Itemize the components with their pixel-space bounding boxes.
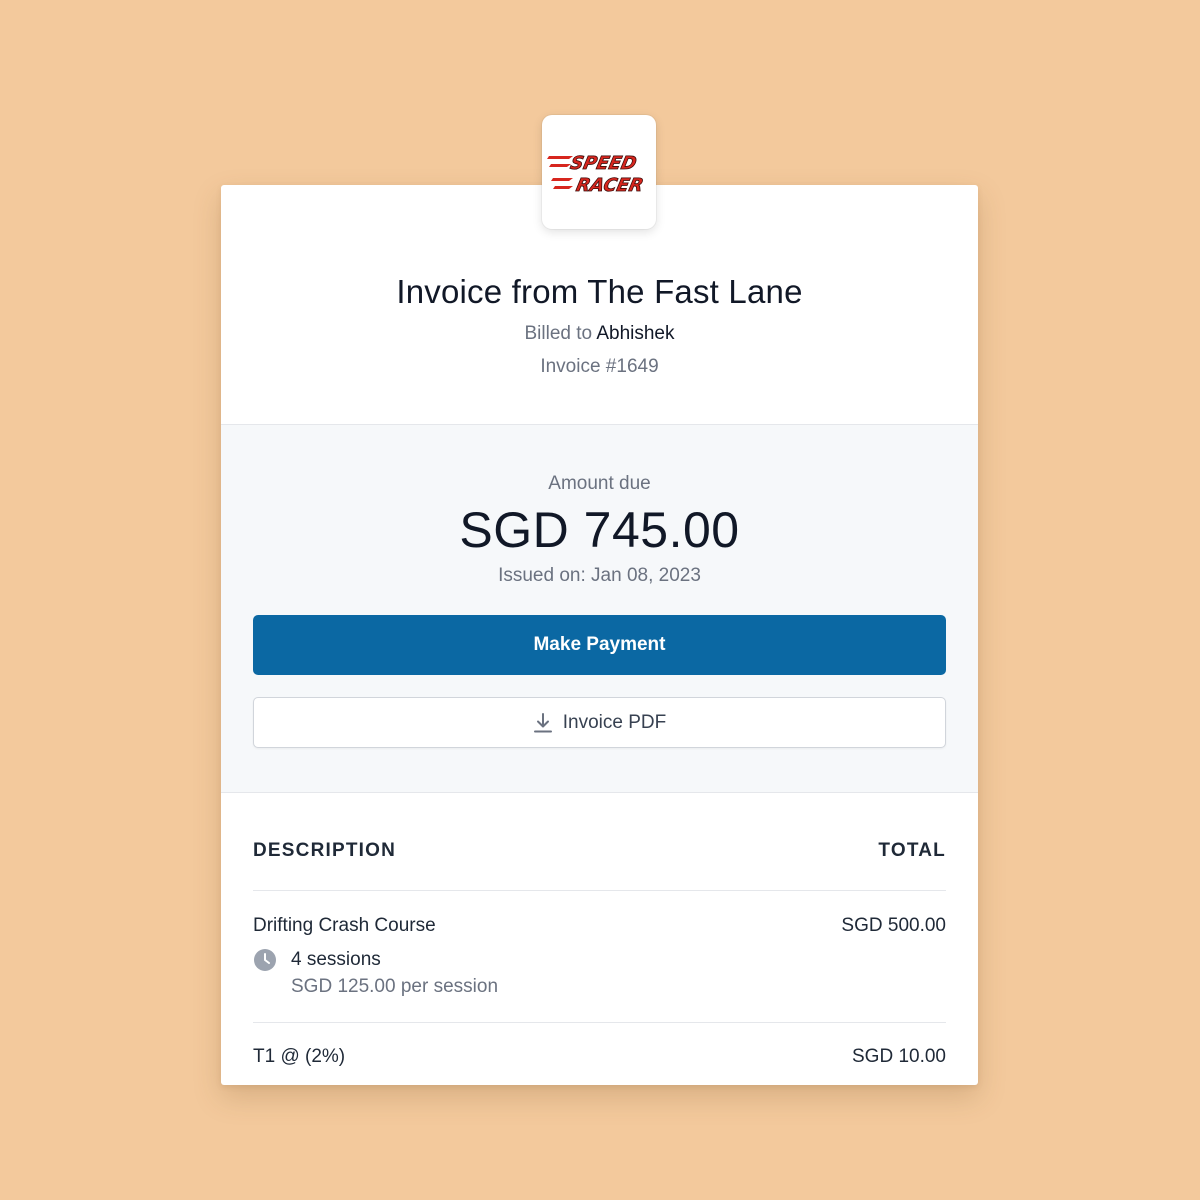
make-payment-button[interactable]: Make Payment (253, 615, 946, 675)
amount-summary: Amount due SGD 745.00 Issued on: Jan 08,… (221, 424, 978, 793)
speed-racer-logo: SPEED RACER (547, 153, 646, 196)
issued-date: Issued on: Jan 08, 2023 (498, 565, 701, 586)
tax-total: SGD 10.00 (852, 1046, 946, 1067)
clock-icon (253, 948, 277, 972)
amount-due-value: SGD 745.00 (459, 502, 740, 558)
amount-due-label: Amount due (548, 473, 651, 494)
invoice-pdf-button[interactable]: Invoice PDF (253, 697, 946, 748)
logo-text-bottom: RACER (574, 175, 645, 196)
table-header: DESCRIPTION TOTAL (253, 840, 946, 862)
billed-to-name: Abhishek (596, 323, 675, 344)
billed-to-label: Billed to (524, 323, 593, 344)
download-icon (533, 712, 553, 734)
invoice-number: Invoice #1649 (540, 356, 659, 377)
column-total: TOTAL (878, 840, 946, 861)
invoice-pdf-label: Invoice PDF (562, 711, 667, 733)
line-item-quantity: 4 sessions (253, 948, 381, 972)
tax-description: T1 @ (2%) (253, 1046, 346, 1067)
invoice-card: Invoice from The Fast Lane Billed to Abh… (221, 185, 978, 1085)
column-description: DESCRIPTION (253, 840, 397, 861)
line-item-description: Drifting Crash Course (253, 915, 436, 936)
make-payment-label: Make Payment (533, 634, 666, 655)
merchant-logo: SPEED RACER (542, 115, 656, 229)
billed-to: Billed to Abhishek (221, 323, 978, 345)
quantity-text: 4 sessions (291, 949, 381, 970)
line-item-total: SGD 500.00 (841, 915, 946, 936)
unit-price: SGD 125.00 per session (291, 976, 499, 997)
row-divider (253, 1022, 946, 1023)
header-divider (253, 890, 946, 891)
logo-text-top: SPEED (568, 153, 638, 174)
invoice-title: Invoice from The Fast Lane (396, 273, 803, 310)
